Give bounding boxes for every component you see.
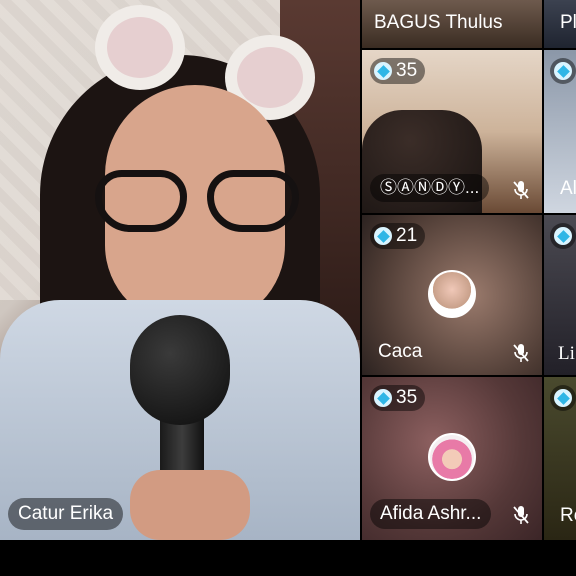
diamond-icon xyxy=(374,227,392,245)
diamond-icon xyxy=(374,389,392,407)
tile-sandy[interactable]: 35 ⓈⒶⓃⒹⓎ... xyxy=(362,50,542,213)
tile-name: BAGUS Thulus xyxy=(374,12,503,33)
gift-count: 35 xyxy=(396,60,418,81)
main-speaker-name: Catur Erika xyxy=(8,498,124,530)
speaker-glasses xyxy=(95,170,305,240)
tile-name: Pl xyxy=(560,12,576,33)
avatar xyxy=(428,270,476,318)
gift-count-badge xyxy=(550,223,576,249)
tile-bagus[interactable]: BAGUS Thulus xyxy=(362,0,542,48)
gift-count: 21 xyxy=(396,225,418,246)
gift-count-badge: 21 xyxy=(370,223,426,249)
tile-edge-3[interactable]: Re xyxy=(544,377,576,540)
tile-name: ⓈⒶⓃⒹⓎ... xyxy=(370,174,490,202)
diamond-icon xyxy=(554,227,572,245)
gift-count-badge: 35 xyxy=(370,58,426,84)
gift-count: 35 xyxy=(396,387,418,408)
diamond-icon xyxy=(554,62,572,80)
diamond-icon xyxy=(554,389,572,407)
tile-caca[interactable]: 21 Caca xyxy=(362,215,542,375)
tile-name: Caca xyxy=(378,341,423,362)
tile-name: Afida Ashr... xyxy=(370,499,492,529)
diamond-icon xyxy=(374,62,392,80)
tile-afida[interactable]: 35 Afida Ashr... xyxy=(362,377,542,540)
gift-count-badge xyxy=(550,385,576,411)
tile-edge-top[interactable]: Pl xyxy=(544,0,576,48)
gift-count-badge: 35 xyxy=(370,385,426,411)
mic-muted-icon xyxy=(513,181,529,199)
bear-ear-left xyxy=(95,5,185,90)
main-speaker-video[interactable]: Catur Erika xyxy=(0,0,360,540)
tile-name: Re xyxy=(560,505,576,526)
tile-edge-2[interactable]: Li xyxy=(544,215,576,375)
tile-edge-1[interactable]: Al xyxy=(544,50,576,213)
bottom-bar xyxy=(0,540,576,576)
microphone-head xyxy=(130,315,230,425)
mic-muted-icon xyxy=(513,344,529,362)
tile-name: Al xyxy=(560,178,576,199)
gift-count-badge xyxy=(550,58,576,84)
avatar xyxy=(428,433,476,481)
tile-name: Li xyxy=(558,343,575,364)
mic-muted-icon xyxy=(513,506,529,524)
speaker-hand xyxy=(130,470,250,540)
